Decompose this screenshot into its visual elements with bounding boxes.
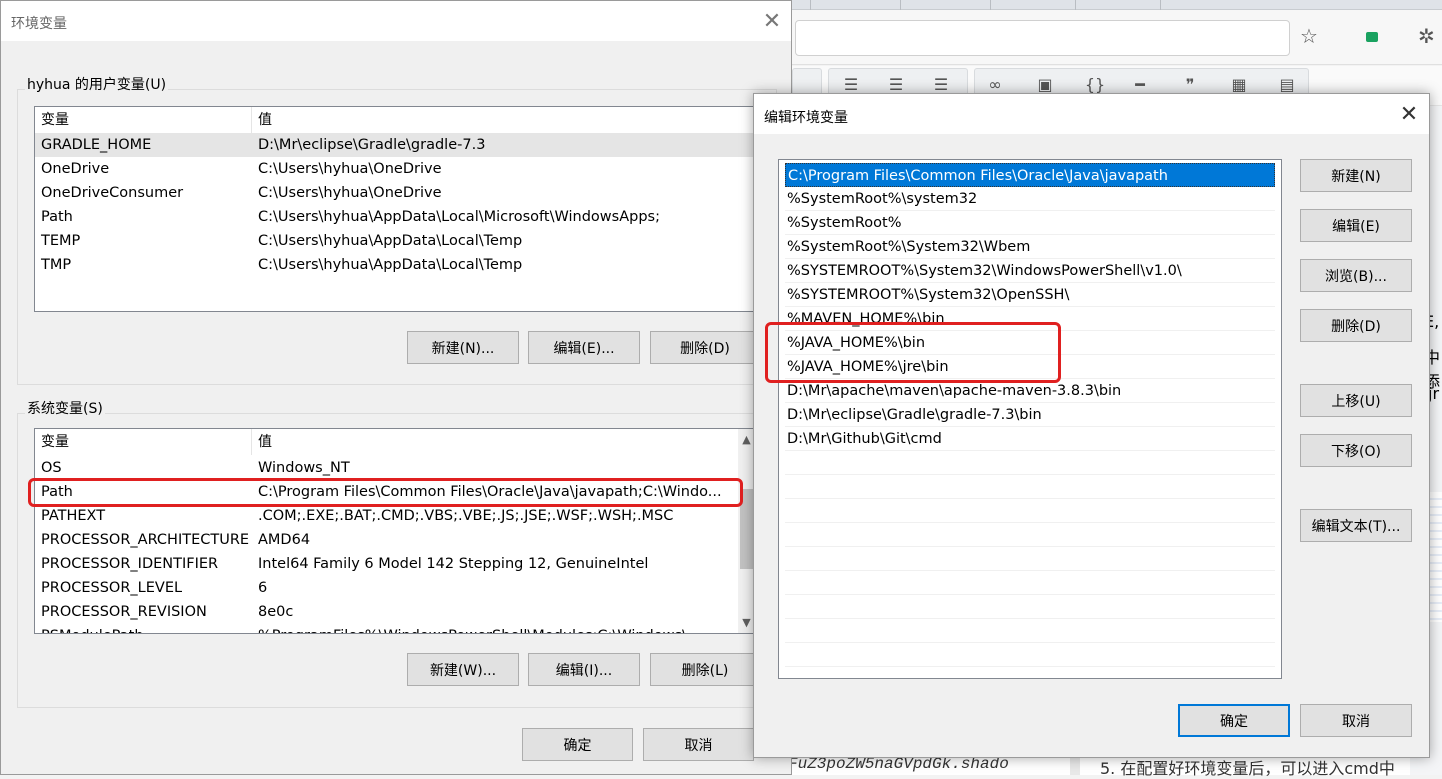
user-delete-button[interactable]: 删除(D) <box>650 331 760 364</box>
empty-row[interactable] <box>785 475 1275 499</box>
empty-row[interactable] <box>785 595 1275 619</box>
system-vars-label: 系统变量(S) <box>25 398 105 418</box>
browser-url-field[interactable] <box>795 20 1290 56</box>
table-row[interactable]: PROCESSOR_IDENTIFIER Intel64 Family 6 Mod… <box>35 552 738 576</box>
table-row[interactable]: PSModulePath%ProgramFiles%\WindowsPowerS… <box>35 624 738 633</box>
table-row[interactable]: TEMP C:\Users\hyhua\AppData\Local\Temp <box>35 229 755 253</box>
list-item[interactable]: %SYSTEMROOT%\System32\OpenSSH\ <box>785 283 1275 307</box>
ok-button[interactable]: 确定 <box>1178 704 1290 737</box>
col-header-val[interactable]: 值 <box>252 107 755 133</box>
empty-row[interactable] <box>785 547 1275 571</box>
empty-row[interactable] <box>785 643 1275 667</box>
puzzle-icon[interactable]: ✲ <box>1418 24 1435 48</box>
user-new-button[interactable]: 新建(N)... <box>407 331 519 364</box>
empty-row[interactable] <box>785 571 1275 595</box>
delete-button[interactable]: 删除(D) <box>1300 309 1412 342</box>
extension-icon[interactable] <box>1366 32 1378 42</box>
table-row[interactable]: PROCESSOR_LEVEL 6 <box>35 576 738 600</box>
list-item[interactable]: %SystemRoot%\system32 <box>785 187 1275 211</box>
system-vars-list[interactable]: 变量 值 OS Windows_NT Path C:\Program Files\C… <box>34 428 756 634</box>
table-row[interactable]: PROCESSOR_REVISION 8e0c <box>35 600 738 624</box>
col-header-var[interactable]: 变量 <box>35 429 252 455</box>
empty-row[interactable] <box>785 451 1275 475</box>
favorite-star-icon[interactable]: ☆ <box>1300 24 1318 48</box>
system-delete-button[interactable]: 删除(L) <box>650 653 760 686</box>
page-step-text: 5. 在配置好环境变量后，可以进入cmd中 <box>1100 759 1395 778</box>
table-row[interactable]: OneDrive C:\Users\hyhua\OneDrive <box>35 157 755 181</box>
user-vars-list[interactable]: 变量 值 GRADLE_HOME D:\Mr\eclipse\Gradle\gra… <box>34 106 756 312</box>
path-list[interactable]: C:\Program Files\Common Files\Oracle\Jav… <box>778 159 1282 679</box>
table-row[interactable]: OS Windows_NT <box>35 456 738 480</box>
list-item[interactable]: %SYSTEMROOT%\System32\WindowsPowerShell\… <box>785 259 1275 283</box>
edit-text-button[interactable]: 编辑文本(T)... <box>1300 509 1412 542</box>
env-vars-window: 环境变量 ✕ hyhua 的用户变量(U) 变量 值 GRADLE_HOME D:… <box>0 0 792 775</box>
system-new-button[interactable]: 新建(W)... <box>407 653 519 686</box>
edit-titlebar: 编辑环境变量 ✕ <box>754 94 1429 134</box>
col-header-val[interactable]: 值 <box>252 429 740 455</box>
browse-button[interactable]: 浏览(B)... <box>1300 259 1412 292</box>
highlight-java-paths <box>765 322 1061 383</box>
table-row[interactable]: GRADLE_HOME D:\Mr\eclipse\Gradle\gradle-7… <box>35 133 755 157</box>
move-down-button[interactable]: 下移(O) <box>1300 434 1412 467</box>
table-row[interactable]: TMP C:\Users\hyhua\AppData\Local\Temp <box>35 253 755 277</box>
list-item[interactable]: C:\Program Files\Common Files\Oracle\Jav… <box>785 163 1275 187</box>
move-up-button[interactable]: 上移(U) <box>1300 384 1412 417</box>
new-button[interactable]: 新建(N) <box>1300 159 1412 192</box>
highlight-path-row <box>28 478 743 507</box>
env-window-title: 环境变量 <box>11 16 67 32</box>
edit-env-dialog: 编辑环境变量 ✕ C:\Program Files\Common Files\O… <box>753 93 1430 758</box>
col-header-var[interactable]: 变量 <box>35 107 252 133</box>
list-item[interactable]: D:\Mr\eclipse\Gradle\gradle-7.3\bin <box>785 403 1275 427</box>
system-edit-button[interactable]: 编辑(I)... <box>528 653 640 686</box>
table-row[interactable]: OneDriveConsumer C:\Users\hyhua\OneDrive <box>35 181 755 205</box>
table-row[interactable]: PROCESSOR_ARCHITECTURE AMD64 <box>35 528 738 552</box>
env-titlebar: 环境变量 ✕ <box>1 1 791 41</box>
cancel-button[interactable]: 取消 <box>1300 704 1412 737</box>
edit-button[interactable]: 编辑(E) <box>1300 209 1412 242</box>
close-icon[interactable]: ✕ <box>757 7 787 37</box>
list-item[interactable]: D:\Mr\Github\Git\cmd <box>785 427 1275 451</box>
edit-dialog-title: 编辑环境变量 <box>764 110 848 126</box>
table-row[interactable]: Path C:\Users\hyhua\AppData\Local\Microso… <box>35 205 755 229</box>
user-vars-label: hyhua 的用户变量(U) <box>25 74 169 94</box>
empty-row[interactable] <box>785 523 1275 547</box>
user-edit-button[interactable]: 编辑(E)... <box>528 331 640 364</box>
close-icon[interactable]: ✕ <box>1394 100 1424 130</box>
list-item[interactable]: %SystemRoot%\System32\Wbem <box>785 235 1275 259</box>
empty-row[interactable] <box>785 499 1275 523</box>
browser-tab-strip <box>790 0 1442 10</box>
ok-button[interactable]: 确定 <box>522 728 633 761</box>
cancel-button[interactable]: 取消 <box>643 728 754 761</box>
list-item[interactable]: %SystemRoot% <box>785 211 1275 235</box>
table-row[interactable]: PATHEXT .COM;.EXE;.BAT;.CMD;.VBS;.VBE;.JS… <box>35 504 738 528</box>
empty-row[interactable] <box>785 619 1275 643</box>
